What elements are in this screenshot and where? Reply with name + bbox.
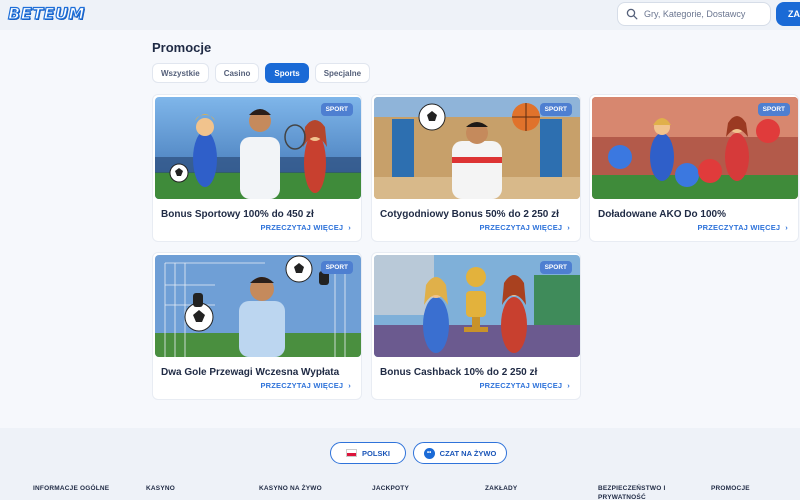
read-more-label: PRZECZYTAJ WIĘCEJ — [479, 381, 563, 390]
read-more-label: PRZECZYTAJ WIĘCEJ — [260, 381, 344, 390]
page-title: Promocje — [152, 40, 212, 55]
promo-card[interactable]: SPORT Doładowane AKO Do 100% PRZECZYTAJ … — [589, 94, 799, 242]
sport-badge: SPORT — [320, 261, 353, 274]
read-more-link[interactable]: PRZECZYTAJ WIĘCEJ › — [479, 223, 570, 232]
promo-title: Dwa Gole Przewagi Wczesna Wypłata — [161, 367, 340, 378]
read-more-link[interactable]: PRZECZYTAJ WIĘCEJ › — [260, 223, 351, 232]
chevron-right-icon: › — [785, 223, 788, 232]
footer-col-betting[interactable]: ZAKŁADY — [485, 484, 517, 493]
chat-label: CZAT NA ŻYWO — [439, 448, 497, 458]
promo-card[interactable]: SPORT Dwa Gole Przewagi Wczesna Wypłata … — [152, 252, 362, 400]
search-box[interactable] — [617, 2, 771, 26]
promo-image-sport-bonus: SPORT — [155, 97, 361, 199]
chevron-right-icon: › — [348, 223, 351, 232]
promo-card[interactable]: SPORT Bonus Sportowy 100% do 450 zł PRZE… — [152, 94, 362, 242]
live-chat-button[interactable]: •• CZAT NA ŻYWO — [413, 442, 507, 464]
promo-title: Bonus Cashback 10% do 2 250 zł — [380, 367, 538, 378]
language-label: POLSKI — [362, 448, 390, 458]
top-bar: BETEUM ZA — [0, 0, 800, 30]
read-more-link[interactable]: PRZECZYTAJ WIĘCEJ › — [479, 381, 570, 390]
promo-image-ako-boost: SPORT — [592, 97, 798, 199]
sport-badge: SPORT — [539, 103, 572, 116]
promo-title: Bonus Sportowy 100% do 450 zł — [161, 209, 314, 220]
read-more-label: PRZECZYTAJ WIĘCEJ — [479, 223, 563, 232]
language-button[interactable]: POLSKI — [330, 442, 406, 464]
chevron-right-icon: › — [348, 381, 351, 390]
promo-card[interactable]: SPORT Bonus Cashback 10% do 2 250 zł PRZ… — [371, 252, 581, 400]
read-more-label: PRZECZYTAJ WIĘCEJ — [260, 223, 344, 232]
sport-badge: SPORT — [757, 103, 790, 116]
footer-col-promotions[interactable]: PROMOCJE — [711, 484, 750, 493]
login-button[interactable]: ZA — [776, 2, 800, 26]
footer-col-casino[interactable]: KASYNO — [146, 484, 175, 493]
promo-image-two-goals: SPORT — [155, 255, 361, 357]
chevron-right-icon: › — [567, 223, 570, 232]
footer-col-general-info[interactable]: INFORMACJE OGÓLNE — [33, 484, 109, 493]
footer-col-live-casino[interactable]: KASYNO NA ŻYWO — [259, 484, 322, 493]
read-more-link[interactable]: PRZECZYTAJ WIĘCEJ › — [260, 381, 351, 390]
tab-special[interactable]: Specjalne — [314, 63, 371, 83]
promo-image-cashback: SPORT — [374, 255, 580, 357]
chat-icon: •• — [423, 447, 435, 459]
promo-tabs: Wszystkie Casino Sports Specjalne — [152, 63, 371, 83]
promo-image-weekly-bonus: SPORT — [374, 97, 580, 199]
poland-flag-icon — [346, 449, 358, 457]
promo-card[interactable]: SPORT Cotygodniowy Bonus 50% do 2 250 zł… — [371, 94, 581, 242]
read-more-link[interactable]: PRZECZYTAJ WIĘCEJ › — [697, 223, 788, 232]
promo-title: Doładowane AKO Do 100% — [598, 209, 726, 220]
tab-sports[interactable]: Sports — [265, 63, 309, 83]
sport-badge: SPORT — [539, 261, 572, 274]
promo-title: Cotygodniowy Bonus 50% do 2 250 zł — [380, 209, 559, 220]
read-more-label: PRZECZYTAJ WIĘCEJ — [697, 223, 781, 232]
tab-casino[interactable]: Casino — [214, 63, 260, 83]
site-logo[interactable]: BETEUM — [7, 3, 85, 23]
chevron-right-icon: › — [567, 381, 570, 390]
footer-col-jackpots[interactable]: JACKPOTY — [372, 484, 409, 493]
sport-badge: SPORT — [320, 103, 353, 116]
tab-all[interactable]: Wszystkie — [152, 63, 209, 83]
footer-links: INFORMACJE OGÓLNE KASYNO KASYNO NA ŻYWO … — [0, 484, 800, 500]
search-input[interactable] — [644, 9, 764, 19]
footer-col-security-privacy[interactable]: BEZPIECZEŃSTWO I PRYWATNOŚĆ — [598, 484, 678, 500]
search-icon — [626, 8, 638, 20]
